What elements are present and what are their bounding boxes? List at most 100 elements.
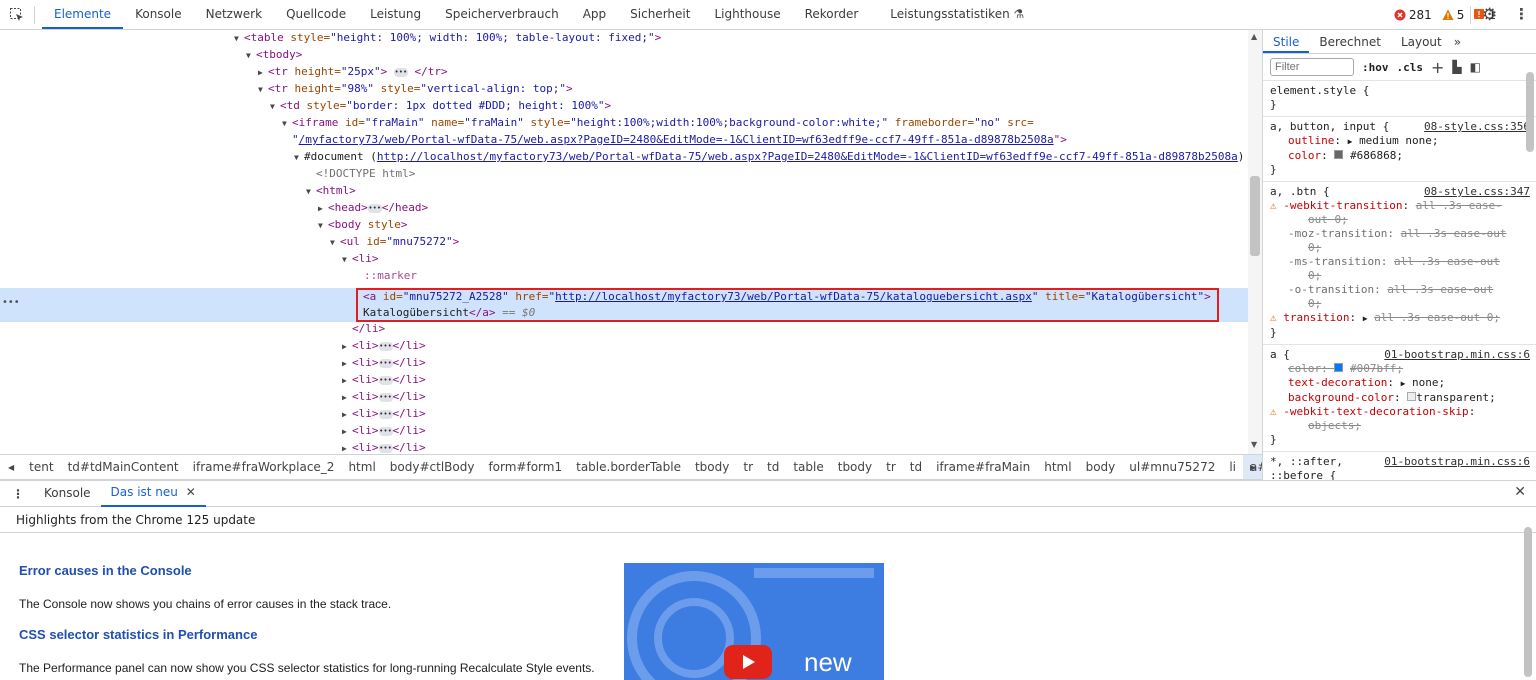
collapsed-content-ellipsis[interactable]: ••• bbox=[378, 358, 393, 368]
tab-security[interactable]: Sicherheit bbox=[618, 0, 702, 29]
dom-node-tr-collapsed[interactable]: ▶ <tr height="25px"> ••• </tr> bbox=[258, 63, 448, 80]
collapse-triangle-icon[interactable]: ▼ bbox=[330, 234, 340, 251]
style-rule-universal[interactable]: *, ::after, 01-bootstrap.min.css:6 ::befo… bbox=[1263, 452, 1536, 480]
iframe-src-link[interactable]: /myfactory73/web/Portal-wfData-75/web.as… bbox=[299, 133, 1054, 146]
expand-triangle-icon[interactable]: ▶ bbox=[342, 389, 352, 406]
more-tabs-chevron-icon[interactable]: » bbox=[1452, 30, 1463, 53]
expand-triangle-icon[interactable]: ▶ bbox=[342, 406, 352, 423]
expand-triangle-icon[interactable]: ▶ bbox=[318, 200, 328, 217]
breadcrumb-item[interactable]: tbody bbox=[688, 460, 736, 474]
dom-node-li-collapsed[interactable]: ▶ <li>•••</li> bbox=[342, 405, 426, 422]
settings-gear-icon[interactable]: ⚙ bbox=[1482, 5, 1497, 25]
breadcrumb-item[interactable]: html bbox=[341, 460, 382, 474]
tab-elements[interactable]: Elemente bbox=[42, 0, 124, 29]
breadcrumb-item[interactable]: td bbox=[903, 460, 929, 474]
play-button-icon[interactable] bbox=[724, 645, 772, 679]
dom-doctype[interactable]: <!DOCTYPE html> bbox=[316, 165, 415, 182]
tab-styles[interactable]: Stile bbox=[1263, 30, 1310, 53]
expand-triangle-icon[interactable]: ▶ bbox=[1348, 137, 1353, 146]
dom-node-head[interactable]: ▶ <head>•••</head> bbox=[318, 199, 428, 216]
expand-triangle-icon[interactable]: ▶ bbox=[258, 64, 268, 81]
collapsed-content-ellipsis[interactable]: ••• bbox=[378, 341, 393, 351]
hover-state-toggle[interactable]: :hov bbox=[1362, 61, 1389, 74]
scrollbar-thumb[interactable] bbox=[1250, 176, 1260, 256]
stylesheet-link[interactable]: 08-style.css:347 bbox=[1424, 185, 1530, 199]
style-rule-a[interactable]: a {01-bootstrap.min.css:6 color: #007bff… bbox=[1263, 345, 1536, 452]
style-rule-element[interactable]: element.style { } bbox=[1263, 81, 1536, 117]
collapse-triangle-icon[interactable]: ▼ bbox=[282, 115, 292, 132]
tab-layout[interactable]: Layout bbox=[1391, 30, 1452, 53]
feature-heading-error-causes[interactable]: Error causes in the Console bbox=[19, 563, 192, 578]
drawer-menu-icon[interactable]: ⋮ bbox=[0, 487, 34, 501]
class-toggle[interactable]: .cls bbox=[1397, 61, 1424, 74]
breadcrumb-item[interactable]: td#tdMainContent bbox=[61, 460, 186, 474]
expand-triangle-icon[interactable]: ▶ bbox=[342, 372, 352, 389]
breadcrumb-scroll-right-icon[interactable]: ▶ bbox=[1250, 463, 1256, 472]
collapse-triangle-icon[interactable]: ▼ bbox=[270, 98, 280, 115]
tab-recorder[interactable]: Rekorder bbox=[793, 0, 871, 29]
collapsed-content-ellipsis[interactable]: ••• bbox=[378, 443, 393, 453]
tab-sources[interactable]: Quellcode bbox=[274, 0, 358, 29]
breadcrumb-item[interactable]: td bbox=[760, 460, 786, 474]
dom-node-li-collapsed[interactable]: ▶ <li>•••</li> bbox=[342, 371, 426, 388]
tab-lighthouse[interactable]: Lighthouse bbox=[702, 0, 792, 29]
breadcrumb-item[interactable]: body bbox=[1079, 460, 1123, 474]
style-rule-a-btn[interactable]: a, .btn {08-style.css:347 ⚠ -webkit-tran… bbox=[1263, 182, 1536, 345]
styles-scrollbar[interactable] bbox=[1526, 72, 1534, 152]
breadcrumb-item[interactable]: tent bbox=[22, 460, 60, 474]
breadcrumb-scroll-left-icon[interactable]: ◀ bbox=[0, 463, 22, 472]
tab-network[interactable]: Netzwerk bbox=[194, 0, 274, 29]
breadcrumb-item[interactable]: tr bbox=[736, 460, 760, 474]
dom-node-tr[interactable]: ▼ <tr height="98%" style="vertical-align:… bbox=[258, 80, 573, 97]
breadcrumb-item[interactable]: table.borderTable bbox=[569, 460, 688, 474]
collapse-triangle-icon[interactable]: ▼ bbox=[258, 81, 268, 98]
elements-scrollbar[interactable]: ▲ ▼ bbox=[1248, 30, 1262, 454]
toggle-sidebar-icon[interactable]: ◧ bbox=[1470, 60, 1481, 74]
drawer-tab-console[interactable]: Konsole bbox=[34, 481, 101, 506]
dom-node-li-collapsed[interactable]: ▶ <li>•••</li> bbox=[342, 354, 426, 371]
stylesheet-link[interactable]: 01-bootstrap.min.css:6 bbox=[1384, 455, 1530, 469]
expand-triangle-icon[interactable]: ▶ bbox=[342, 355, 352, 372]
more-options-icon[interactable]: ⋮ bbox=[1514, 5, 1529, 23]
collapsed-content-ellipsis[interactable]: ••• bbox=[367, 203, 382, 213]
breadcrumb-item[interactable]: tbody bbox=[831, 460, 879, 474]
breadcrumb-item[interactable]: table bbox=[786, 460, 830, 474]
warning-counter[interactable]: 5 bbox=[1442, 8, 1464, 22]
breadcrumb-item[interactable]: li bbox=[1222, 460, 1243, 474]
inspect-element-icon[interactable] bbox=[9, 7, 25, 23]
breadcrumb-item[interactable]: html bbox=[1037, 460, 1078, 474]
dom-node-iframe[interactable]: ▼ <iframe id="fraMain" name="fraMain" sty… bbox=[282, 114, 1034, 131]
breadcrumb-item[interactable]: iframe#fraMain bbox=[929, 460, 1037, 474]
tab-memory[interactable]: Speicherverbrauch bbox=[433, 0, 571, 29]
close-tab-icon[interactable]: ✕ bbox=[186, 485, 196, 499]
elements-tree[interactable]: ••• ▼ <table style="height: 100%; width: … bbox=[0, 30, 1262, 454]
collapse-triangle-icon[interactable]: ▼ bbox=[306, 183, 316, 200]
video-thumbnail[interactable]: new bbox=[624, 563, 884, 680]
dom-node-body[interactable]: ▼ <body style> bbox=[318, 216, 408, 233]
dom-node-li-collapsed[interactable]: ▶ <li>•••</li> bbox=[342, 422, 426, 439]
close-drawer-icon[interactable]: ✕ bbox=[1514, 484, 1526, 500]
dom-node-ul[interactable]: ▼ <ul id="mnu75272"> bbox=[330, 233, 459, 250]
dom-node-li-collapsed[interactable]: ▶ <li>•••</li> bbox=[342, 439, 426, 454]
document-url-link[interactable]: http://localhost/myfactory73/web/Portal-… bbox=[377, 150, 1238, 163]
dom-node-document[interactable]: ▼ #document (http://localhost/myfactory73… bbox=[294, 148, 1244, 165]
collapse-triangle-icon[interactable]: ▼ bbox=[294, 149, 304, 166]
dom-node-li[interactable]: ▼ <li> bbox=[342, 250, 379, 267]
style-rule-a-button-input[interactable]: a, button, input {08-style.css:356 outli… bbox=[1263, 117, 1536, 182]
breadcrumb-item[interactable]: body#ctlBody bbox=[383, 460, 482, 474]
transparent-swatch[interactable] bbox=[1407, 392, 1417, 401]
drawer-scrollbar[interactable] bbox=[1524, 527, 1532, 677]
stylesheet-link[interactable]: 01-bootstrap.min.css:6 bbox=[1384, 348, 1530, 362]
color-swatch[interactable] bbox=[1334, 363, 1344, 372]
tab-application[interactable]: App bbox=[571, 0, 618, 29]
collapse-triangle-icon[interactable]: ▼ bbox=[318, 217, 328, 234]
tab-console[interactable]: Konsole bbox=[123, 0, 194, 29]
color-swatch[interactable] bbox=[1334, 150, 1344, 159]
expand-triangle-icon[interactable]: ▶ bbox=[1363, 314, 1368, 323]
dom-node-li-collapsed[interactable]: ▶ <li>•••</li> bbox=[342, 388, 426, 405]
collapse-triangle-icon[interactable]: ▼ bbox=[342, 251, 352, 268]
breadcrumb-item[interactable]: form#form1 bbox=[481, 460, 569, 474]
paint-brush-icon[interactable]: ▙ bbox=[1452, 60, 1461, 74]
collapsed-content-ellipsis[interactable]: ••• bbox=[378, 409, 393, 419]
expand-triangle-icon[interactable]: ▶ bbox=[342, 338, 352, 355]
